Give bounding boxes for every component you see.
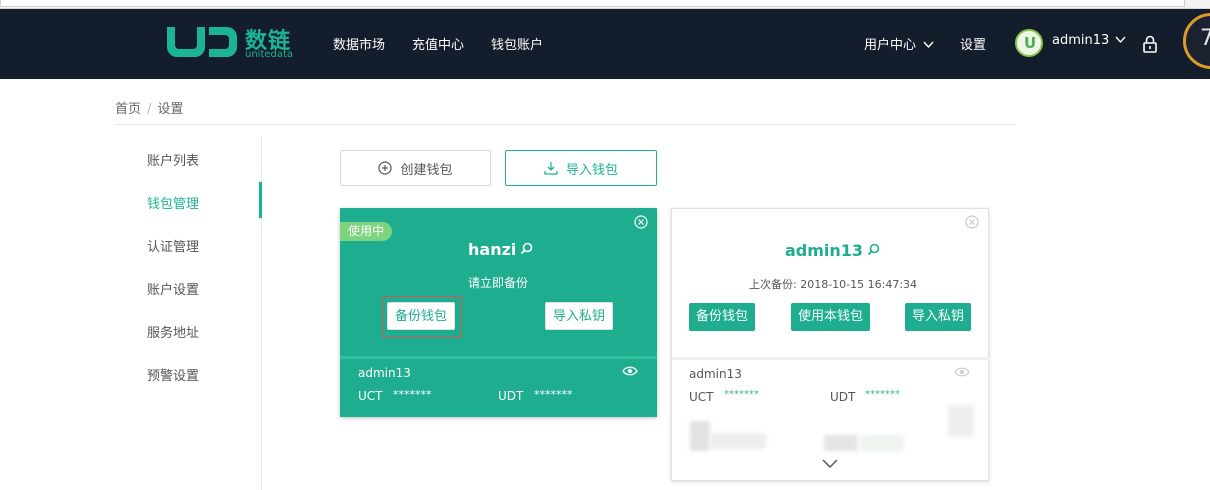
plus-circle-icon	[378, 161, 393, 175]
import-private-key-button[interactable]: 导入私钥	[545, 302, 614, 330]
import-wallet-label: 导入钱包	[565, 162, 618, 178]
create-wallet-button[interactable]: 创建钱包	[340, 150, 491, 186]
backup-warning: 请立即备份	[468, 276, 529, 290]
chevron-down-icon[interactable]	[822, 459, 838, 469]
search-icon[interactable]	[520, 242, 533, 255]
top-navbar: 数链 unitedata 数据市场 充值中心 钱包账户 用户中心 设置 U ad…	[0, 9, 1210, 79]
balance-value-uct: *******	[393, 388, 432, 401]
user-center-menu[interactable]: 用户中心	[864, 34, 934, 53]
wallet-name: admin13	[785, 241, 880, 260]
create-wallet-label: 创建钱包	[400, 162, 453, 178]
blurred-content	[824, 435, 858, 451]
balance-token-uct: UCT	[689, 390, 714, 404]
nav-settings-link[interactable]: 设置	[960, 34, 986, 53]
card-divider	[672, 357, 990, 360]
browser-top-strip	[0, 0, 1210, 9]
search-icon[interactable]	[867, 243, 880, 256]
settings-sidebar: 账户列表 钱包管理 认证管理 账户设置 服务地址 预警设置	[115, 136, 262, 490]
balance-token-udt: UDT	[830, 390, 856, 404]
blurred-content	[948, 405, 974, 437]
ud-logo-icon	[167, 27, 237, 57]
sidebar-item-service-address[interactable]: 服务地址	[147, 322, 199, 341]
chevron-down-icon	[923, 41, 934, 49]
balance-token-udt: UDT	[498, 389, 524, 403]
eye-icon[interactable]	[622, 365, 638, 377]
close-icon[interactable]	[965, 215, 979, 229]
breadcrumb-separator: /	[147, 102, 152, 117]
balance-value-udt: *******	[865, 389, 900, 400]
blurred-content	[860, 435, 904, 451]
in-use-tag: 使用中	[340, 222, 393, 241]
username-label: admin13	[1052, 33, 1110, 48]
sidebar-active-indicator	[259, 182, 262, 218]
breadcrumb-current: 设置	[157, 102, 184, 117]
eye-icon[interactable]	[954, 366, 970, 378]
wallet-name-text: hanzi	[468, 240, 517, 259]
nav-link-recharge[interactable]: 充值中心	[412, 34, 464, 53]
import-private-key-button[interactable]: 导入私钥	[905, 303, 972, 331]
chevron-down-icon	[1115, 36, 1126, 44]
download-icon	[544, 162, 558, 175]
nav-link-data-market[interactable]: 数据市场	[333, 34, 385, 53]
import-wallet-button[interactable]: 导入钱包	[505, 150, 657, 186]
wallet-name-text: admin13	[785, 241, 864, 260]
nav-link-wallet-account[interactable]: 钱包账户	[491, 34, 543, 53]
floating-badge[interactable]: 7	[1183, 13, 1210, 69]
backup-wallet-button[interactable]: 备份钱包	[689, 303, 756, 331]
close-icon[interactable]	[634, 215, 648, 229]
sidebar-item-alert-settings[interactable]: 预警设置	[147, 365, 199, 384]
sidebar-item-wallet-management[interactable]: 钱包管理	[147, 193, 199, 212]
breadcrumb-divider	[115, 124, 1015, 125]
sidebar-item-auth-management[interactable]: 认证管理	[147, 236, 199, 255]
wallet-card: admin13 上次备份: 2018-10-15 16:47:34 备份钱包 使…	[671, 208, 990, 481]
account-name: admin13	[689, 367, 742, 381]
user-menu[interactable]: admin13	[1052, 33, 1126, 48]
balance-token-uct: UCT	[358, 389, 383, 403]
avatar-letter: U	[1024, 34, 1037, 52]
highlight-box	[383, 296, 462, 338]
breadcrumb-home[interactable]: 首页	[115, 102, 141, 117]
lock-icon[interactable]	[1142, 35, 1158, 53]
last-backup-time: 上次备份: 2018-10-15 16:47:34	[749, 278, 918, 291]
use-this-wallet-button[interactable]: 使用本钱包	[791, 303, 871, 331]
brand-name-en: unitedata	[245, 49, 294, 60]
balance-value-udt: *******	[534, 388, 573, 401]
floating-badge-text: 7	[1200, 26, 1210, 51]
wallet-name: hanzi	[468, 240, 533, 259]
brand-logo[interactable]: 数链 unitedata	[165, 23, 295, 63]
balance-value-uct: *******	[724, 389, 759, 400]
sidebar-item-account-settings[interactable]: 账户设置	[147, 279, 199, 298]
user-center-label: 用户中心	[864, 38, 917, 53]
avatar[interactable]: U	[1015, 29, 1043, 57]
sidebar-item-account-list[interactable]: 账户列表	[147, 150, 199, 169]
account-name: admin13	[358, 366, 411, 380]
breadcrumb: 首页 / 设置	[115, 98, 183, 117]
card-divider	[340, 356, 657, 359]
blurred-content	[710, 433, 766, 449]
blurred-content	[690, 421, 710, 451]
